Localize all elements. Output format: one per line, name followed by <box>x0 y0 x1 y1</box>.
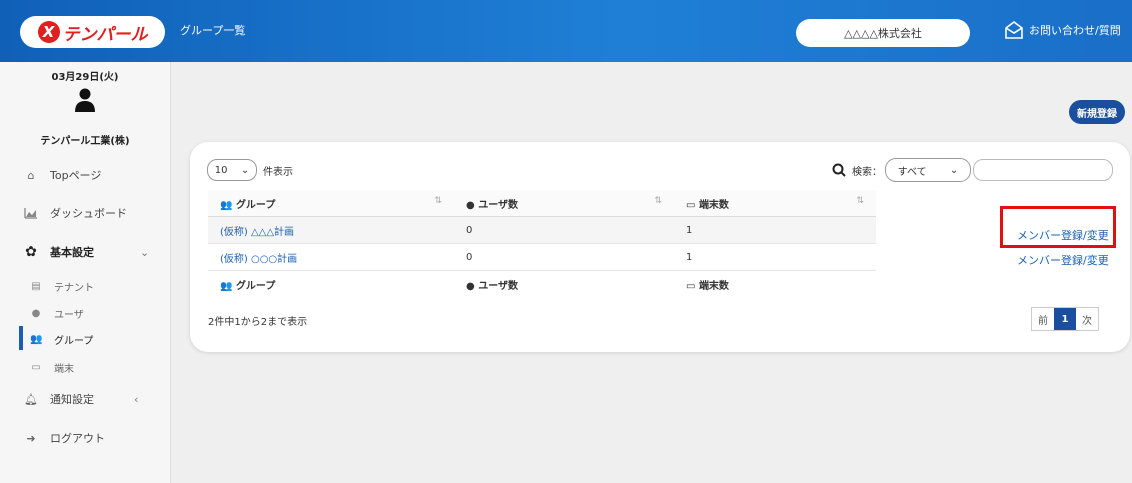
contact-link[interactable]: お問い合わせ/質問 <box>1004 20 1121 40</box>
column-header-group[interactable]: 👥 グループ ⇅ <box>208 190 454 217</box>
mail-open-icon <box>1005 21 1023 39</box>
sidebar-item-label: ログアウト <box>50 432 105 445</box>
prev-page-button[interactable]: 前 <box>1032 308 1054 330</box>
logo[interactable]: X テンパール <box>20 16 165 48</box>
group-name-link[interactable]: (仮称) △△△計画 <box>208 216 454 244</box>
sidebar-item-label: ダッシュボード <box>50 207 127 220</box>
home-icon: ⌂ <box>27 168 35 182</box>
highlight-box <box>1000 206 1116 248</box>
pagination: 前 1 次 <box>1031 307 1099 331</box>
page-length-value: 10 <box>214 164 228 176</box>
table-info: 2件中1から2まで表示 <box>208 317 308 328</box>
sidebar-item-label: Topページ <box>50 169 102 182</box>
gear-icon: ✿ <box>25 244 37 260</box>
device-count: 1 <box>674 243 876 271</box>
chevron-down-icon: ⌄ <box>949 164 959 176</box>
sort-icon: ⇅ <box>654 195 662 206</box>
sidebar-item-dashboard[interactable]: ダッシュボード <box>24 205 127 221</box>
sidebar-item-label: ユーザ <box>54 310 84 321</box>
table-row: (仮称) △△△計画 0 1 <box>208 216 876 244</box>
sort-icon: ⇅ <box>856 195 864 206</box>
chevron-left-icon: ‹ <box>134 392 139 406</box>
group-name-link[interactable]: (仮称) ○○○計画 <box>208 243 454 271</box>
sidebar-item-group[interactable]: 👥 グループ <box>30 332 93 347</box>
sidebar-item-logout[interactable]: ➜ ログアウト <box>24 430 105 446</box>
user-icon: ● <box>466 280 475 292</box>
footer-devices: ▭ 端末数 <box>686 280 729 292</box>
search-label: 検索： <box>852 167 882 178</box>
next-page-button[interactable]: 次 <box>1076 308 1098 330</box>
chevron-down-icon: ⌄ <box>140 245 150 259</box>
logo-text: テンパール <box>62 24 148 45</box>
laptop-icon: ▭ <box>686 280 696 292</box>
page-button[interactable]: 1 <box>1054 308 1076 330</box>
logo-mark: X <box>37 21 60 43</box>
sidebar-item-tenant[interactable]: ▤ テナント <box>30 279 94 294</box>
user-count: 0 <box>454 216 674 244</box>
user-icon: ● <box>31 308 41 319</box>
sidebar-item-label: 基本設定 <box>50 246 94 259</box>
page-title: グループ一覧 <box>180 24 246 37</box>
sort-icon: ⇅ <box>434 195 442 206</box>
sidebar-item-label: グループ <box>54 336 94 347</box>
users-icon: 👥 <box>220 199 233 211</box>
footer-group: 👥 グループ <box>220 280 276 292</box>
group-table: 👥 グループ ⇅ ● ユーザ数 ⇅ ▭ 端末数 ⇅ (仮称) △△△計画 0 1… <box>208 190 876 297</box>
new-registration-button[interactable]: 新規登録 <box>1069 100 1125 124</box>
laptop-icon: ▭ <box>31 362 41 373</box>
user-icon <box>75 88 95 112</box>
table-header-row: 👥 グループ ⇅ ● ユーザ数 ⇅ ▭ 端末数 ⇅ <box>208 190 876 217</box>
chevron-down-icon: ⌄ <box>240 164 250 176</box>
users-icon: 👥 <box>220 280 233 292</box>
column-header-users[interactable]: ● ユーザ数 ⇅ <box>454 190 674 217</box>
active-indicator <box>19 326 23 350</box>
users-icon: 👥 <box>30 334 43 345</box>
page-length-label: 件表示 <box>263 167 293 178</box>
footer-users: ● ユーザ数 <box>466 280 519 292</box>
column-header-devices[interactable]: ▭ 端末数 ⇅ <box>674 190 876 217</box>
sidebar-item-basic-settings[interactable]: ✿ 基本設定 ⌄ <box>24 244 149 260</box>
search-filter-value: すべて <box>897 166 927 178</box>
bell-icon: 🔔︎ <box>24 392 38 406</box>
sidebar-item-top[interactable]: ⌂ Topページ <box>24 167 102 183</box>
member-edit-link[interactable]: メンバー登録/変更 <box>1017 252 1109 268</box>
table-footer-row: 👥 グループ ● ユーザ数 ▭ 端末数 <box>208 271 876 298</box>
sidebar-item-notification[interactable]: 🔔︎ 通知設定 ‹ <box>24 391 138 407</box>
laptop-icon: ▭ <box>686 199 696 211</box>
sidebar-user: 03月29日(火) テンパール工業(株) <box>0 62 170 157</box>
chart-area-icon <box>24 206 38 220</box>
search-filter-select[interactable]: すべて ⌄ <box>885 158 971 182</box>
company-badge: △△△△株式会社 <box>796 19 970 47</box>
user-count: 0 <box>454 243 674 271</box>
page-length-select[interactable]: 10 ⌄ <box>207 159 257 181</box>
search-input[interactable] <box>973 159 1113 181</box>
date-display: 03月29日(火) <box>51 72 119 83</box>
sidebar-item-user[interactable]: ● ユーザ <box>30 306 84 321</box>
device-count: 1 <box>674 216 876 244</box>
sidebar-item-label: 端末 <box>54 364 74 375</box>
contact-label: お問い合わせ/質問 <box>1029 24 1121 37</box>
sidebar-item-label: テナント <box>54 283 94 294</box>
table-row: (仮称) ○○○計画 0 1 <box>208 243 876 271</box>
user-icon: ● <box>466 199 475 211</box>
search-icon <box>832 163 846 177</box>
sidebar-item-device[interactable]: ▭ 端末 <box>30 360 74 375</box>
building-icon: ▤ <box>31 281 41 292</box>
user-name: テンパール工業(株) <box>40 136 130 147</box>
sidebar-item-label: 通知設定 <box>50 393 94 406</box>
sign-out-icon: ➜ <box>26 431 36 445</box>
